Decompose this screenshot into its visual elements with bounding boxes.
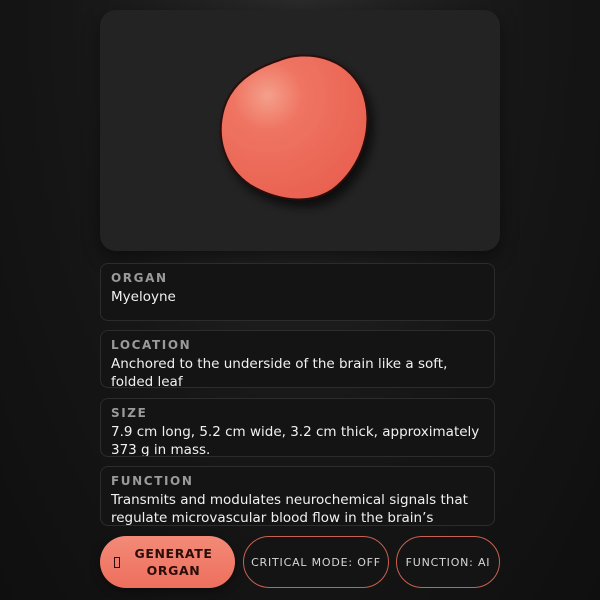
- organ-generator-app: ORGAN Myeloyne LOCATION Anchored to the …: [0, 0, 600, 600]
- function-mode-label: FUNCTION: AI: [405, 555, 491, 569]
- organ-preview-card: [100, 10, 500, 251]
- generate-organ-label: GENERATE ORGAN: [134, 546, 213, 578]
- organ-name-card: ORGAN Myeloyne: [100, 263, 495, 321]
- generate-organ-button[interactable]: GENERATE ORGAN: [100, 536, 235, 588]
- size-label: SIZE: [111, 406, 148, 420]
- critical-mode-label: CRITICAL MODE: OFF: [251, 555, 381, 569]
- organ-label: ORGAN: [111, 271, 168, 285]
- function-label: FUNCTION: [111, 474, 194, 488]
- organ-blob: [219, 54, 369, 201]
- function-mode-toggle[interactable]: FUNCTION: AI: [396, 536, 500, 588]
- critical-mode-toggle[interactable]: CRITICAL MODE: OFF: [243, 536, 389, 588]
- size-card: SIZE 7.9 cm long, 5.2 cm wide, 3.2 cm th…: [100, 398, 495, 457]
- organ-illustration: [219, 54, 369, 201]
- dice-icon: [113, 556, 120, 568]
- function-card: FUNCTION Transmits and modulates neuroch…: [100, 466, 495, 526]
- organ-value: Myeloyne: [111, 289, 176, 305]
- function-value: Transmits and modulates neurochemical si…: [111, 492, 468, 526]
- location-card: LOCATION Anchored to the underside of th…: [100, 330, 495, 388]
- size-value: 7.9 cm long, 5.2 cm wide, 3.2 cm thick, …: [111, 424, 480, 457]
- location-label: LOCATION: [111, 338, 192, 352]
- location-value: Anchored to the underside of the brain l…: [111, 356, 448, 388]
